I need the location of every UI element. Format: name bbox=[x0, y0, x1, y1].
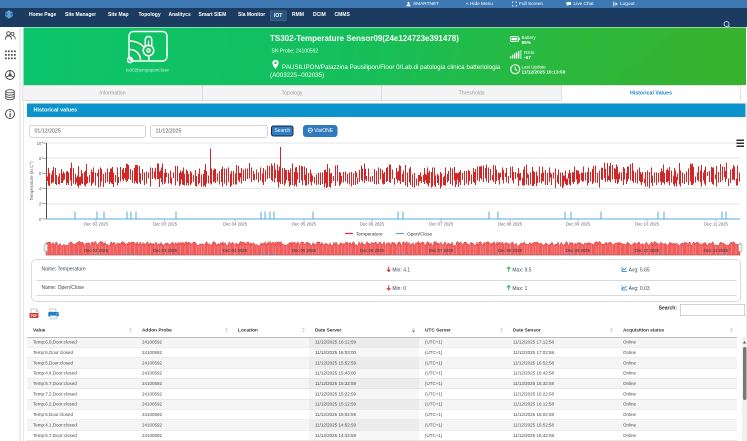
svg-text:Temperature (in C°): Temperature (in C°) bbox=[29, 161, 34, 201]
svg-text:Dec 08 2025: Dec 08 2025 bbox=[498, 248, 523, 253]
svg-text:4°: 4° bbox=[39, 186, 43, 191]
svg-text:Dec 07 2025: Dec 07 2025 bbox=[429, 248, 454, 253]
svg-text:Dec 03 2025: Dec 03 2025 bbox=[153, 248, 178, 253]
svg-text:Dec 04 2025: Dec 04 2025 bbox=[223, 248, 248, 253]
svg-text:10°: 10° bbox=[37, 141, 44, 146]
svg-text:Dec 02 2025: Dec 02 2025 bbox=[84, 222, 109, 227]
svg-text:Dec 10 2025: Dec 10 2025 bbox=[635, 248, 660, 253]
svg-text:PDF: PDF bbox=[31, 314, 38, 318]
svg-text:Dec 07 2025: Dec 07 2025 bbox=[429, 222, 454, 227]
svg-text:Dec 08 2025: Dec 08 2025 bbox=[498, 222, 523, 227]
svg-text:Dec 10 2025: Dec 10 2025 bbox=[635, 222, 660, 227]
svg-text:Temperature: Temperature bbox=[356, 232, 383, 238]
svg-text:Open/Close: Open/Close bbox=[407, 232, 432, 238]
svg-text:Dec 03 2025: Dec 03 2025 bbox=[153, 222, 178, 227]
svg-text:Dec 06 2025: Dec 06 2025 bbox=[360, 248, 385, 253]
svg-text:Dec 11 2025: Dec 11 2025 bbox=[704, 248, 728, 253]
svg-text:Dec 04 2025: Dec 04 2025 bbox=[223, 222, 248, 227]
svg-text:Dec 02 2025: Dec 02 2025 bbox=[84, 248, 109, 253]
svg-text:Dec 09 2025: Dec 09 2025 bbox=[566, 248, 591, 253]
svg-text:Dec 09 2025: Dec 09 2025 bbox=[566, 222, 591, 227]
svg-text:Dec 05 2025: Dec 05 2025 bbox=[292, 222, 317, 227]
svg-text:Dec 11 2025: Dec 11 2025 bbox=[704, 222, 728, 227]
svg-text:Dec 05 2025: Dec 05 2025 bbox=[292, 248, 317, 253]
svg-text:Dec 06 2025: Dec 06 2025 bbox=[360, 222, 385, 227]
